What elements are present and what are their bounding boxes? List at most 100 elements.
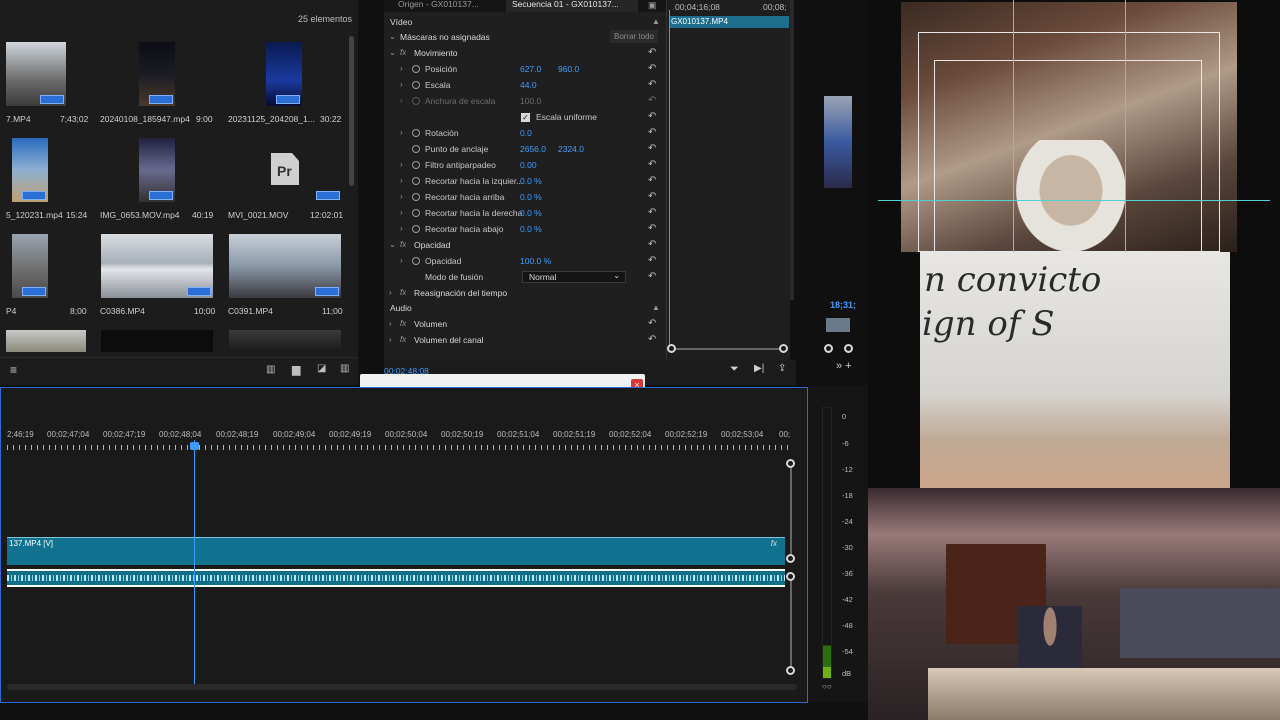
reset-icon[interactable]: ↶ xyxy=(648,272,660,282)
stopwatch-icon[interactable] xyxy=(412,193,420,201)
play-only-icon[interactable]: ▶| xyxy=(754,363,764,374)
crop-top-value[interactable]: 0.0 % xyxy=(520,189,542,205)
chevron-right-icon[interactable]: › xyxy=(400,221,403,237)
tab-source[interactable]: Origen - GX010137... xyxy=(392,0,504,12)
fx-icon[interactable]: fx xyxy=(400,316,406,332)
crop-left-row[interactable]: › Recortar hacia la izquier... 0.0 % ↶ xyxy=(384,173,666,189)
bin-scrollbar[interactable] xyxy=(349,36,354,186)
crop-top-row[interactable]: › Recortar hacia arriba 0.0 % ↶ xyxy=(384,189,666,205)
track-scrollbar[interactable] xyxy=(790,468,792,554)
video-clip[interactable]: 137.MP4 [V] fx xyxy=(7,537,785,565)
track-scrollbar[interactable] xyxy=(790,581,792,667)
stopwatch-icon[interactable] xyxy=(412,97,420,105)
chevron-right-icon[interactable]: › xyxy=(400,77,403,93)
expand-icon[interactable]: » + xyxy=(836,360,852,372)
fx-icon[interactable]: fx xyxy=(400,237,406,253)
crop-right-row[interactable]: › Recortar hacia la derecha 0.0 % ↶ xyxy=(384,205,666,221)
chevron-right-icon[interactable]: › xyxy=(400,93,403,109)
time-remap-row[interactable]: › fx Reasignación del tiempo xyxy=(384,285,666,301)
trash-icon[interactable]: ▥ xyxy=(340,363,349,374)
rotation-value[interactable]: 0.0 xyxy=(520,125,532,141)
stopwatch-icon[interactable] xyxy=(412,145,420,153)
chevron-right-icon[interactable]: › xyxy=(400,253,403,269)
zoom-handle[interactable] xyxy=(844,344,853,353)
reset-icon[interactable]: ↶ xyxy=(648,160,660,170)
clip-thumbnail[interactable] xyxy=(139,138,175,202)
position-row[interactable]: › Posición 627.0 960.0 ↶ xyxy=(384,61,666,77)
anchor-row[interactable]: Punto de anclaje 2656.0 2324.0 ↶ xyxy=(384,141,666,157)
clip-thumbnail[interactable] xyxy=(12,138,48,202)
fx-badge[interactable]: fx xyxy=(771,539,777,548)
crop-bottom-value[interactable]: 0.0 % xyxy=(520,221,542,237)
reset-icon[interactable]: ↶ xyxy=(648,64,660,74)
solo-buttons[interactable]: ○○ xyxy=(822,682,832,691)
reset-icon[interactable]: ↶ xyxy=(648,240,660,250)
reset-icon[interactable]: ↶ xyxy=(648,48,660,58)
stopwatch-icon[interactable] xyxy=(412,257,420,265)
tab-sequence[interactable]: Secuencia 01 - GX010137... xyxy=(506,0,638,12)
export-icon[interactable]: ⇪ xyxy=(778,363,786,374)
track-height-handle[interactable] xyxy=(786,572,795,581)
track-height-handle[interactable] xyxy=(786,554,795,563)
time-ruler[interactable]: 2;46;19 00;02;47;04 00;02;47;19 00;02;48… xyxy=(7,428,791,450)
chevron-right-icon[interactable]: › xyxy=(389,316,392,332)
crop-bottom-row[interactable]: › Recortar hacia abajo 0.0 % ↶ xyxy=(384,221,666,237)
crop-right-value[interactable]: 0.0 % xyxy=(520,205,542,221)
channel-volume-row[interactable]: › fx Volumen del canal ↶ xyxy=(384,332,666,348)
playhead[interactable] xyxy=(669,10,670,346)
reset-icon[interactable]: ↶ xyxy=(648,192,660,202)
flicker-value[interactable]: 0.00 xyxy=(520,157,537,173)
new-bin-icon[interactable]: ▆ xyxy=(292,363,300,376)
chevron-down-icon[interactable]: ⌄ xyxy=(389,45,396,61)
anchor-x-value[interactable]: 2656.0 xyxy=(520,141,546,157)
track-height-handle[interactable] xyxy=(786,459,795,468)
zoom-handle-right[interactable] xyxy=(779,344,788,353)
clear-all-button[interactable]: Borrar todo xyxy=(610,30,658,43)
chevron-right-icon[interactable]: › xyxy=(400,173,403,189)
chevron-down-icon[interactable]: ⌄ xyxy=(389,29,396,45)
chevron-down-icon[interactable]: ⌄ xyxy=(389,237,396,253)
chevron-right-icon[interactable]: › xyxy=(400,189,403,205)
automate-sequence-icon[interactable]: ▥ xyxy=(266,364,275,375)
reset-icon[interactable]: ↶ xyxy=(648,335,660,345)
clip-thumbnail[interactable] xyxy=(229,330,341,352)
reset-icon[interactable]: ↶ xyxy=(648,319,660,329)
effect-clip-bar[interactable]: GX010137.MP4 xyxy=(669,16,789,28)
clip-thumbnail[interactable] xyxy=(6,42,66,106)
timeline-scrollbar[interactable] xyxy=(7,684,797,690)
fx-icon[interactable]: fx xyxy=(400,45,406,61)
crop-left-value[interactable]: 0.0 % xyxy=(520,173,542,189)
clip-thumbnail[interactable] xyxy=(139,42,175,106)
stopwatch-icon[interactable] xyxy=(412,177,420,185)
zoom-handle[interactable] xyxy=(824,344,833,353)
stopwatch-icon[interactable] xyxy=(412,209,420,217)
reset-icon[interactable]: ↶ xyxy=(648,80,660,90)
chevron-right-icon[interactable]: › xyxy=(389,285,392,301)
track-height-handle[interactable] xyxy=(786,666,795,675)
premiere-file-icon[interactable]: Pr xyxy=(271,153,299,185)
clip-thumbnail[interactable] xyxy=(101,330,213,352)
motion-row[interactable]: ⌄ fx Movimiento ↶ xyxy=(384,45,666,61)
flicker-row[interactable]: › Filtro antiparpadeo 0.00 ↶ xyxy=(384,157,666,173)
effect-controls-timeline[interactable]: 00;04;16;08 00;08; GX010137.MP4 xyxy=(666,0,790,360)
clip-thumbnail[interactable] xyxy=(229,234,341,298)
playhead[interactable] xyxy=(194,440,195,686)
uniform-scale-row[interactable]: ✓ Escala uniforme ↶ xyxy=(384,109,666,125)
chevron-right-icon[interactable]: › xyxy=(400,157,403,173)
filter-icon[interactable]: ⏷ xyxy=(730,363,739,376)
uniform-scale-checkbox[interactable]: ✓ xyxy=(521,113,530,122)
fx-icon[interactable]: fx xyxy=(400,285,406,301)
chevron-right-icon[interactable]: › xyxy=(400,205,403,221)
anchor-y-value[interactable]: 2324.0 xyxy=(558,141,584,157)
chevron-right-icon[interactable]: › xyxy=(389,332,392,348)
zoom-scrollbar[interactable] xyxy=(676,348,780,350)
opacity-section-row[interactable]: ⌄ fx Opacidad ↶ xyxy=(384,237,666,253)
reset-icon[interactable]: ↶ xyxy=(648,128,660,138)
audio-clip[interactable] xyxy=(7,569,785,587)
scale-row[interactable]: › Escala 44.0 ↶ xyxy=(384,77,666,93)
fx-icon[interactable]: fx xyxy=(400,332,406,348)
zoom-handle-left[interactable] xyxy=(667,344,676,353)
clip-thumbnail[interactable] xyxy=(101,234,213,298)
stopwatch-icon[interactable] xyxy=(412,225,420,233)
menu-icon[interactable]: ≡ xyxy=(10,363,17,377)
